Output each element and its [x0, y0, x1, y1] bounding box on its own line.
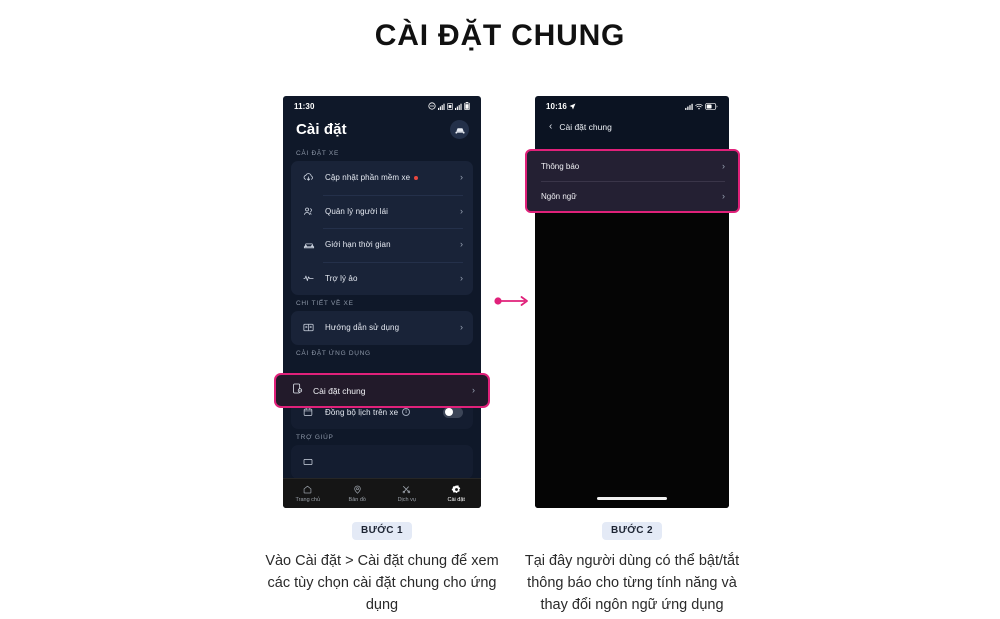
row-text: Quản lý người lái	[325, 206, 388, 216]
status-time: 10:16	[546, 102, 576, 111]
settings-card-vehicle: Cập nhật phần mềm xe › Quản lý người lái…	[291, 161, 473, 295]
row-text: Giới hạn thời gian	[325, 240, 391, 250]
waveform-icon	[302, 272, 318, 285]
step-2-caption: BƯỚC 2 Tại đây người dùng có thể bật/tắt…	[512, 520, 752, 616]
row-notifications[interactable]: Thông báo ›	[527, 151, 738, 181]
row-text: Trợ lý ảo	[325, 273, 358, 283]
sim-icon	[447, 102, 453, 110]
chevron-right-icon: ›	[460, 205, 463, 216]
nav-label: Cài đặt	[447, 496, 465, 503]
row-label: Quản lý người lái	[325, 207, 460, 216]
notification-dot-icon	[414, 175, 419, 180]
cloud-download-icon	[302, 171, 318, 184]
slide-root: CÀI ĐẶT CHUNG 11:30 Cài đặt CÀI ĐẶT XE C…	[0, 0, 1000, 619]
status-icons	[428, 102, 470, 110]
nav-title: Cài đặt chung	[559, 122, 612, 132]
row-driver-management[interactable]: Quản lý người lái ›	[291, 194, 473, 229]
wifi-icon	[695, 103, 703, 109]
row-text: Đồng bộ lịch trên xe	[325, 407, 399, 417]
calendar-icon	[302, 406, 318, 418]
chevron-right-icon: ›	[460, 239, 463, 250]
chevron-left-icon[interactable]: ‹	[549, 122, 552, 132]
row-label: Cập nhật phần mềm xe	[325, 173, 460, 182]
signal-icon	[438, 103, 445, 110]
step-2-badge: BƯỚC 2	[601, 522, 662, 540]
row-label: Hướng dẫn sử dụng	[325, 323, 460, 332]
row-virtual-assistant[interactable]: Trợ lý ảo ›	[291, 261, 473, 296]
chevron-right-icon: ›	[472, 385, 475, 395]
calendar-sync-toggle[interactable]	[443, 406, 463, 418]
step-2-text: Tại đây người dùng có thể bật/tắt thông …	[524, 553, 740, 613]
dnd-icon	[428, 102, 436, 110]
chevron-right-icon: ›	[722, 190, 725, 201]
battery-icon	[705, 102, 718, 110]
row-label: Trợ lý ảo	[325, 274, 460, 283]
chevron-right-icon: ›	[460, 272, 463, 283]
chevron-right-icon: ›	[722, 160, 725, 171]
row-language[interactable]: Ngôn ngữ ›	[527, 181, 738, 211]
highlight-row-label: Cài đặt chung	[313, 385, 366, 396]
location-arrow-icon	[569, 103, 576, 109]
highlight-general-settings-row[interactable]: Cài đặt chung ›	[274, 373, 490, 408]
signal-icon	[685, 103, 693, 110]
step-1-text: Vào Cài đặt > Cài đặt chung để xem các t…	[265, 553, 499, 613]
users-icon	[302, 205, 318, 218]
row-software-update[interactable]: Cập nhật phần mềm xe ›	[291, 161, 473, 195]
car-clock-icon	[302, 238, 318, 252]
row-label: Thông báo	[541, 161, 580, 171]
bottom-navigation: Trang chủ Bản đồ Dịch vụ Cài đặt	[283, 478, 481, 508]
page-nav-bar: ‹ Cài đặt chung	[535, 116, 729, 139]
settings-card-help	[291, 445, 473, 479]
row-label: Ngôn ngữ	[541, 191, 577, 201]
section-label-vehicle-settings: CÀI ĐẶT XE	[296, 150, 340, 157]
info-icon[interactable]: i	[402, 408, 411, 417]
nav-label: Dịch vụ	[397, 496, 416, 503]
settings-header: Cài đặt	[283, 116, 481, 145]
home-indicator	[597, 497, 667, 500]
nav-item-home[interactable]: Trang chủ	[283, 484, 333, 503]
row-text: Cập nhật phần mềm xe	[325, 173, 411, 183]
settings-card-details: Hướng dẫn sử dụng ›	[291, 311, 473, 345]
nav-label: Trang chủ	[295, 496, 321, 503]
row-label: Giới hạn thời gian	[325, 240, 460, 249]
row-user-manual[interactable]: Hướng dẫn sử dụng ›	[291, 311, 473, 345]
nav-label: Bản đồ	[348, 496, 366, 503]
help-item-icon	[302, 456, 318, 468]
general-settings-icon	[291, 382, 305, 400]
step-1-badge: BƯỚC 1	[351, 522, 412, 540]
highlight-general-settings-list: Thông báo › Ngôn ngữ ›	[525, 149, 740, 213]
signal-icon	[455, 103, 462, 110]
nav-item-service[interactable]: Dịch vụ	[382, 484, 432, 503]
toggle-knob	[444, 408, 453, 417]
section-label-vehicle-details: CHI TIẾT VỀ XE	[296, 300, 354, 307]
nav-item-settings[interactable]: Cài đặt	[432, 484, 482, 503]
row-label: Đồng bộ lịch trên xe i	[325, 408, 443, 417]
book-icon	[302, 321, 318, 334]
step-arrow-icon	[494, 294, 530, 313]
status-icons	[685, 102, 718, 110]
phone-mockup-1: 11:30 Cài đặt CÀI ĐẶT XE Cập nhật phần m…	[283, 96, 481, 508]
section-label-help: TRỢ GIÚP	[296, 434, 334, 441]
status-time-text: 10:16	[546, 101, 567, 111]
section-label-app-settings: CÀI ĐẶT ỨNG DỤNG	[296, 349, 371, 357]
row-time-limit[interactable]: Giới hạn thời gian ›	[291, 228, 473, 262]
status-time: 11:30	[294, 101, 315, 111]
step-1-caption: BƯỚC 1 Vào Cài đặt > Cài đặt chung để xe…	[262, 520, 502, 616]
status-bar: 11:30	[283, 96, 481, 116]
row-text: Hướng dẫn sử dụng	[325, 323, 400, 333]
map-pin-icon	[354, 485, 361, 495]
battery-icon	[464, 102, 470, 110]
home-icon	[303, 486, 312, 494]
nav-item-map[interactable]: Bản đồ	[333, 484, 383, 503]
chevron-right-icon: ›	[460, 322, 463, 333]
row-help-partial[interactable]	[291, 445, 473, 479]
service-tools-icon	[402, 486, 411, 494]
car-avatar-icon[interactable]	[450, 120, 469, 139]
page-title: CÀI ĐẶT CHUNG	[374, 19, 626, 52]
chevron-right-icon: ›	[460, 172, 463, 183]
status-bar: 10:16	[535, 96, 729, 116]
page-heading: Cài đặt	[296, 121, 347, 138]
gear-icon	[451, 485, 460, 494]
